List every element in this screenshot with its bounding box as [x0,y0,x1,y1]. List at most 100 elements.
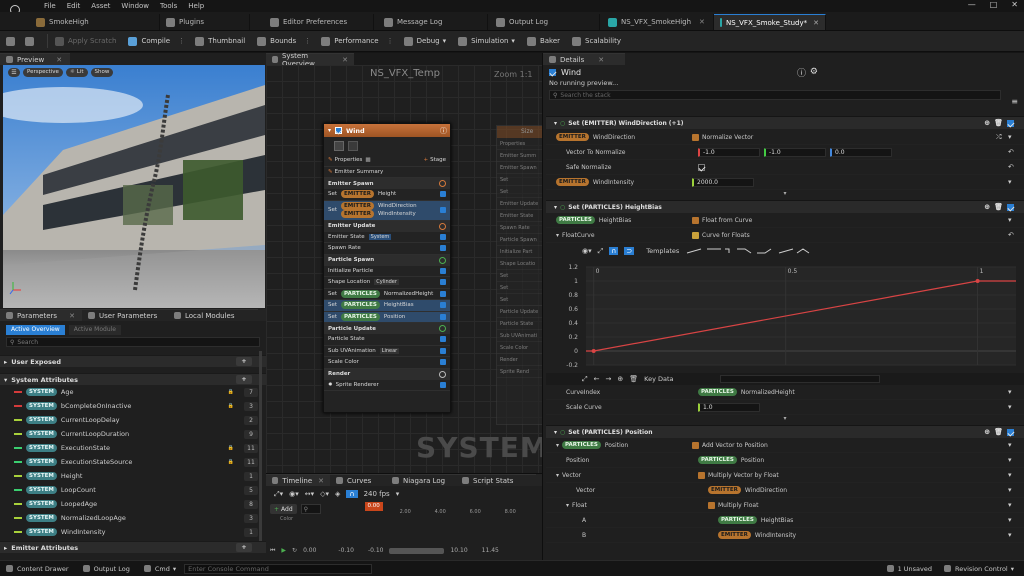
enable-module-checkbox[interactable] [440,347,446,354]
debug-button[interactable]: Debug ▾ [400,33,451,49]
delete-icon[interactable]: 🗑 [994,119,1003,127]
viewport[interactable] [3,65,265,308]
add-icon[interactable]: ⊕ [984,203,990,211]
maximize-icon[interactable]: □ [990,0,998,9]
emitter-node-wind[interactable]: ▾ Wind ⓘ ✎ Properties ▩ + Stage ✎ Emitter Sum… [323,123,451,413]
scalability-button[interactable]: Scalability [568,33,625,49]
tab-details[interactable]: Details ✕ [543,53,625,65]
safe-normalize-checkbox[interactable] [698,163,705,171]
node-render[interactable]: Render [324,368,450,380]
row-vector-inner[interactable]: Vector EMITTER WindDirection ▾ [546,483,1024,498]
menu-help[interactable]: Help [188,2,204,10]
enable-module-checkbox[interactable] [440,359,446,366]
minimize-icon[interactable]: — [968,0,976,9]
add-system-attribute-button[interactable]: + [236,375,252,384]
system-attribute-row[interactable]: SYSTEM bCompleteOnInactive 🔒 3 [0,399,266,413]
row-vector[interactable]: ▾ Vector Multiply Vector by Float ▾ [546,468,1024,483]
enable-module-checkbox[interactable] [440,302,446,309]
enable-module-checkbox[interactable] [440,233,446,240]
row-position[interactable]: Position PARTICLES Position ▾ [546,453,1024,468]
active-module-button[interactable]: Active Module [68,324,122,335]
parameters-scrollbar[interactable] [259,351,262,541]
add-track-button[interactable]: + Add [270,504,297,514]
tab-parameters[interactable]: Parameters ✕ [0,309,82,321]
scale-curve-field[interactable]: 1.0 [698,402,760,412]
play-range-icon[interactable]: ◈ [335,490,340,498]
add-module-icon[interactable] [439,180,446,187]
row-float-b[interactable]: B EMITTER WindIntensity ▾ [546,528,1024,543]
close-icon[interactable]: ✕ [1011,0,1018,9]
compile-button[interactable]: Compile [124,33,174,49]
node-properties-row[interactable]: ✎ Properties ▩ + Stage [324,155,450,167]
timeline-search[interactable]: ⚲ [300,504,321,514]
add-icon[interactable]: ⊕ [984,428,990,436]
details-search[interactable]: ⚲ Search the stack [549,90,1001,100]
row-float[interactable]: ▾ Float Multiply Float ▾ [546,498,1024,513]
section-user-exposed[interactable]: ▸ User Exposed + [0,355,266,367]
enable-module-checkbox[interactable] [440,290,446,297]
section-system-attributes[interactable]: ▾ System Attributes + [0,373,266,385]
delete-icon[interactable]: 🗑 [994,203,1003,211]
active-overview-button[interactable]: Active Overview [6,324,65,335]
shuffle-icon[interactable]: ⤮ [996,133,1004,141]
vector-x-field[interactable]: -1.0 [698,147,760,157]
node-emitter-update[interactable]: Emitter Update [324,220,450,232]
performance-button[interactable]: Performance [317,33,382,49]
system-attribute-row[interactable]: SYSTEM ExecutionState 🔒 11 [0,441,266,455]
curve-template-icons[interactable] [685,247,815,255]
row-particles-position[interactable]: ▾ PARTICLES Position Add Vector to Positio… [546,438,1024,453]
curve-editor[interactable]: 1.2 1 0.8 0.6 0.4 0.2 0 -0.2 0 0.5 1 [546,259,1024,373]
next-key-icon[interactable]: → [605,375,611,383]
thumbnail-button[interactable]: Thumbnail [191,33,249,49]
add-emitter-attribute-button[interactable]: + [236,543,252,552]
wind-intensity-field[interactable]: 2000.0 [692,177,754,187]
node-emitter-summary-row[interactable]: ✎ Emitter Summary [324,167,450,178]
loop-icon[interactable]: ↻ [292,547,297,554]
node-set-height[interactable]: Set EMITTER Height [324,189,450,201]
system-attribute-row[interactable]: SYSTEM Age 🔒 7 [0,385,266,399]
info-icon[interactable]: ⓘ [440,126,447,136]
menu-file[interactable]: File [44,2,56,10]
system-attribute-row[interactable]: SYSTEM WindIntensity 1 [0,525,266,539]
node-sub-uv-animation[interactable]: Sub UVAnimation Linear [324,346,450,357]
chevron-down-icon[interactable]: ▾ [1008,441,1016,449]
show-button[interactable]: Show [90,68,114,77]
tab-editor-preferences[interactable]: Editor Preferences [264,14,374,30]
chevron-down-icon[interactable]: ▾ [1008,388,1016,396]
range-slider[interactable] [389,547,445,554]
add-module-icon[interactable] [439,256,446,264]
node-particle-update[interactable]: Particle Update [324,323,450,334]
reset-icon[interactable]: ↶ [1008,163,1016,171]
chevron-down-icon[interactable]: ▾ [1008,516,1016,524]
row-float-a[interactable]: A PARTICLES HeightBias ▾ [546,513,1024,528]
node-shape-location[interactable]: Shape Location Cylinder [324,277,450,289]
enable-emitter-checkbox[interactable] [335,127,343,134]
chevron-down-icon[interactable]: ▾ [1008,531,1016,539]
tab-ns-vfx-smokehigh[interactable]: NS_VFX_SmokeHigh ✕ [602,14,714,30]
menu-asset[interactable]: Asset [91,2,110,10]
node-emitter-state[interactable]: Emitter State System [324,232,450,243]
chevron-down-icon[interactable]: ▾ [1008,216,1016,224]
fps-select[interactable]: 240 fps [364,490,390,498]
node-spawn-rate[interactable]: Spawn Rate [324,243,450,255]
vector-z-field[interactable]: 0.0 [830,147,892,157]
add-renderer-icon[interactable] [439,370,446,378]
tab-curves[interactable]: Curves [330,474,386,486]
row-curve-index[interactable]: CurveIndex PARTICLES NormalizedHeight ▾ [546,385,1024,400]
chevron-down-icon[interactable]: ▾ [1008,403,1016,411]
add-user-parameter-button[interactable]: + [236,357,252,366]
chevron-down-icon[interactable]: ▾ [1008,133,1016,141]
bounds-button[interactable]: Bounds [253,33,300,49]
cmd-button[interactable]: Cmd ▾ [143,565,176,573]
enable-module-checkbox[interactable] [440,313,446,320]
enable-module-checkbox[interactable] [440,207,446,213]
tab-system-overview[interactable]: System Overview ✕ [266,52,354,68]
fit-horizontal-icon[interactable]: ⤢ [582,375,588,384]
save-icon[interactable] [6,36,15,46]
apply-scratch-button[interactable]: Apply Scratch [51,33,120,49]
section-emitter-attributes[interactable]: ▸ Emitter Attributes + [0,541,266,553]
transform-icon[interactable]: ⤢▾ [274,490,283,499]
browse-icon[interactable] [25,36,34,46]
tab-plugins[interactable]: Plugins [160,14,250,30]
add-icon[interactable]: ⊕ [984,119,990,127]
